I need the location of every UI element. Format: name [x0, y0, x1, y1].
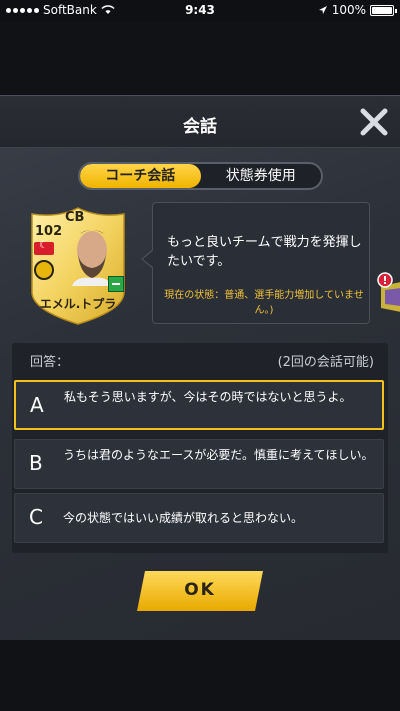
- battery-percent: 100%: [331, 3, 366, 17]
- ok-button-label: OK: [184, 580, 216, 600]
- player-message: もっと良いチームで戦力を発揮したいです。: [167, 235, 362, 269]
- answer-option-a[interactable]: A 私もそう思いますが、今はその時ではないと思うよ。: [14, 380, 384, 430]
- player-position: CB: [65, 210, 85, 225]
- status-bar: SoftBank 9:43 100%: [0, 0, 400, 22]
- speech-bubble: もっと良いチームで戦力を発揮したいです。 現在の状態：普通、選手能力増加していま…: [141, 202, 370, 324]
- conversation-tabs: コーチ会話 状態券使用: [78, 162, 323, 190]
- notification-badge-icon[interactable]: [373, 272, 400, 312]
- background-bottom: [0, 640, 400, 711]
- answer-label: 回答：: [30, 355, 70, 370]
- option-letter: C: [29, 505, 43, 529]
- conversation-count: (2回の会話可能): [277, 355, 374, 370]
- ok-button[interactable]: OK: [137, 571, 263, 611]
- option-text: うちは君のようなエースが必要だ。慎重に考えてほしい。: [63, 448, 374, 462]
- player-state: 現在の状態：普通、選手能力増加していません。): [164, 290, 364, 316]
- turkey-flag-icon: ☾: [34, 240, 54, 255]
- dialog-title: 会話: [183, 117, 217, 137]
- battery-icon: [370, 4, 397, 16]
- answer-option-b[interactable]: B うちは君のようなエースが必要だ。慎重に考えてほしい。: [14, 439, 384, 489]
- player-card: CB 102 ☾ エメル.トプラ: [28, 206, 128, 326]
- status-right: 100%: [318, 3, 397, 17]
- conversation-dialog: 会話 コーチ会話 状態券使用 CB 102 ☾ エメル.トプラ もっと良いチーム…: [0, 95, 400, 640]
- background-top: [0, 22, 400, 95]
- close-icon[interactable]: [358, 106, 390, 138]
- condition-badge-icon: [108, 276, 124, 292]
- option-text: 私もそう思いますが、今はその時ではないと思うよ。: [64, 390, 352, 404]
- location-icon: [318, 6, 327, 14]
- option-text: 今の状態ではいい成績が取れると思わない。: [63, 511, 304, 525]
- dialog-header: 会話: [0, 96, 400, 148]
- tab-condition-ticket[interactable]: 状態券使用: [201, 164, 322, 188]
- player-rating: 102: [35, 224, 63, 239]
- option-letter: A: [30, 393, 44, 417]
- answer-option-c[interactable]: C 今の状態ではいい成績が取れると思わない。: [14, 493, 384, 543]
- tab-coach-talk[interactable]: コーチ会話: [80, 164, 201, 188]
- option-letter: B: [29, 451, 43, 475]
- club-crest-icon: [34, 260, 54, 280]
- answer-panel: 回答： (2回の会話可能) A 私もそう思いますが、今はその時ではないと思うよ。…: [12, 343, 388, 553]
- player-name: エメル.トプラ: [39, 297, 117, 311]
